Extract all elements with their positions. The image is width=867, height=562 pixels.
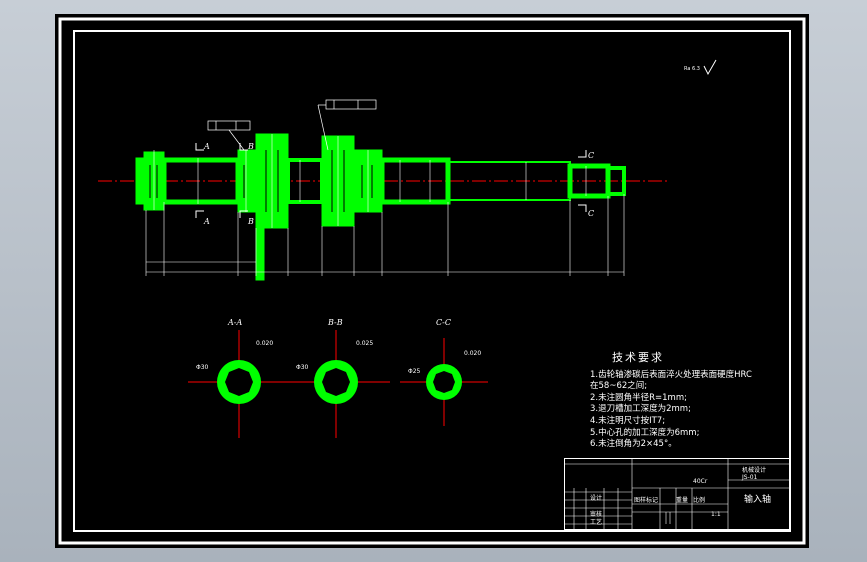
tech-req-line: 在58~62之间; xyxy=(590,381,648,392)
tech-req-line: 6.未注倒角为2×45°。 xyxy=(590,439,677,450)
section-marker-a-bottom: A xyxy=(203,217,210,226)
title-block-material: 40Cr xyxy=(693,478,708,485)
section-label-a: A-A xyxy=(228,318,243,327)
section-marker-b-bottom: B xyxy=(247,217,254,226)
title-block-col-mark: 图样标记 xyxy=(634,497,659,504)
section-marker-a-top: A xyxy=(203,142,210,151)
title-block-sign-design: 设计 xyxy=(590,495,603,502)
section-marker-c-bottom: C xyxy=(588,209,594,218)
tech-req-title: 技术要求 xyxy=(612,351,664,364)
title-block-drawing-no: JS-01 xyxy=(742,474,758,481)
title-block-sign-process: 工艺 xyxy=(590,519,603,526)
title-block-part-name: 输入轴 xyxy=(744,495,772,505)
section-marker-c-top: C xyxy=(588,151,594,160)
section-label-c: C-C xyxy=(436,318,451,327)
tech-req-line: 5.中心孔的加工深度为6mm; xyxy=(590,427,700,438)
title-block-col-weight: 重量 xyxy=(676,497,689,504)
tech-req-line: 4.未注明尺寸按IT7; xyxy=(590,415,666,426)
technical-requirements: 技术要求 1.齿轮轴渗碳后表面淬火处理表面硬度HRC 在58~62之间; 2.未… xyxy=(590,352,800,451)
section-a-tolerance: 0.020 xyxy=(256,340,274,347)
title-block-company: 机械设计 xyxy=(742,467,767,474)
section-marker-b-top: B xyxy=(247,142,254,151)
title-block-scale: 1:1 xyxy=(711,511,721,518)
section-a-diameter: Φ30 xyxy=(196,364,209,371)
roughness-label: Ra 6.3 xyxy=(684,66,700,72)
tech-req-line: 2.未注圆角半径R=1mm; xyxy=(590,392,687,403)
tech-req-line: 3.退刀槽加工深度为2mm; xyxy=(590,404,691,415)
section-label-b: B-B xyxy=(328,318,343,327)
section-c-tolerance: 0.020 xyxy=(464,350,482,357)
section-b-diameter: Φ30 xyxy=(296,364,309,371)
title-block-col-scale: 比例 xyxy=(693,497,706,504)
tech-req-line: 1.齿轮轴渗碳后表面淬火处理表面硬度HRC xyxy=(590,369,752,380)
section-c-diameter: Φ25 xyxy=(408,368,421,375)
section-b-tolerance: 0.025 xyxy=(356,340,374,347)
